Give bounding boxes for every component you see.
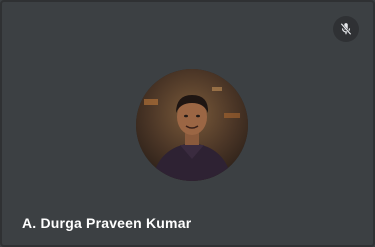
participant-name: A. Durga Praveen Kumar [22, 215, 192, 231]
mic-off-icon [340, 23, 352, 35]
participant-photo [136, 69, 248, 181]
participant-video-tile[interactable]: A. Durga Praveen Kumar [0, 0, 375, 247]
participant-avatar [136, 69, 248, 181]
mic-muted-indicator [333, 16, 359, 42]
